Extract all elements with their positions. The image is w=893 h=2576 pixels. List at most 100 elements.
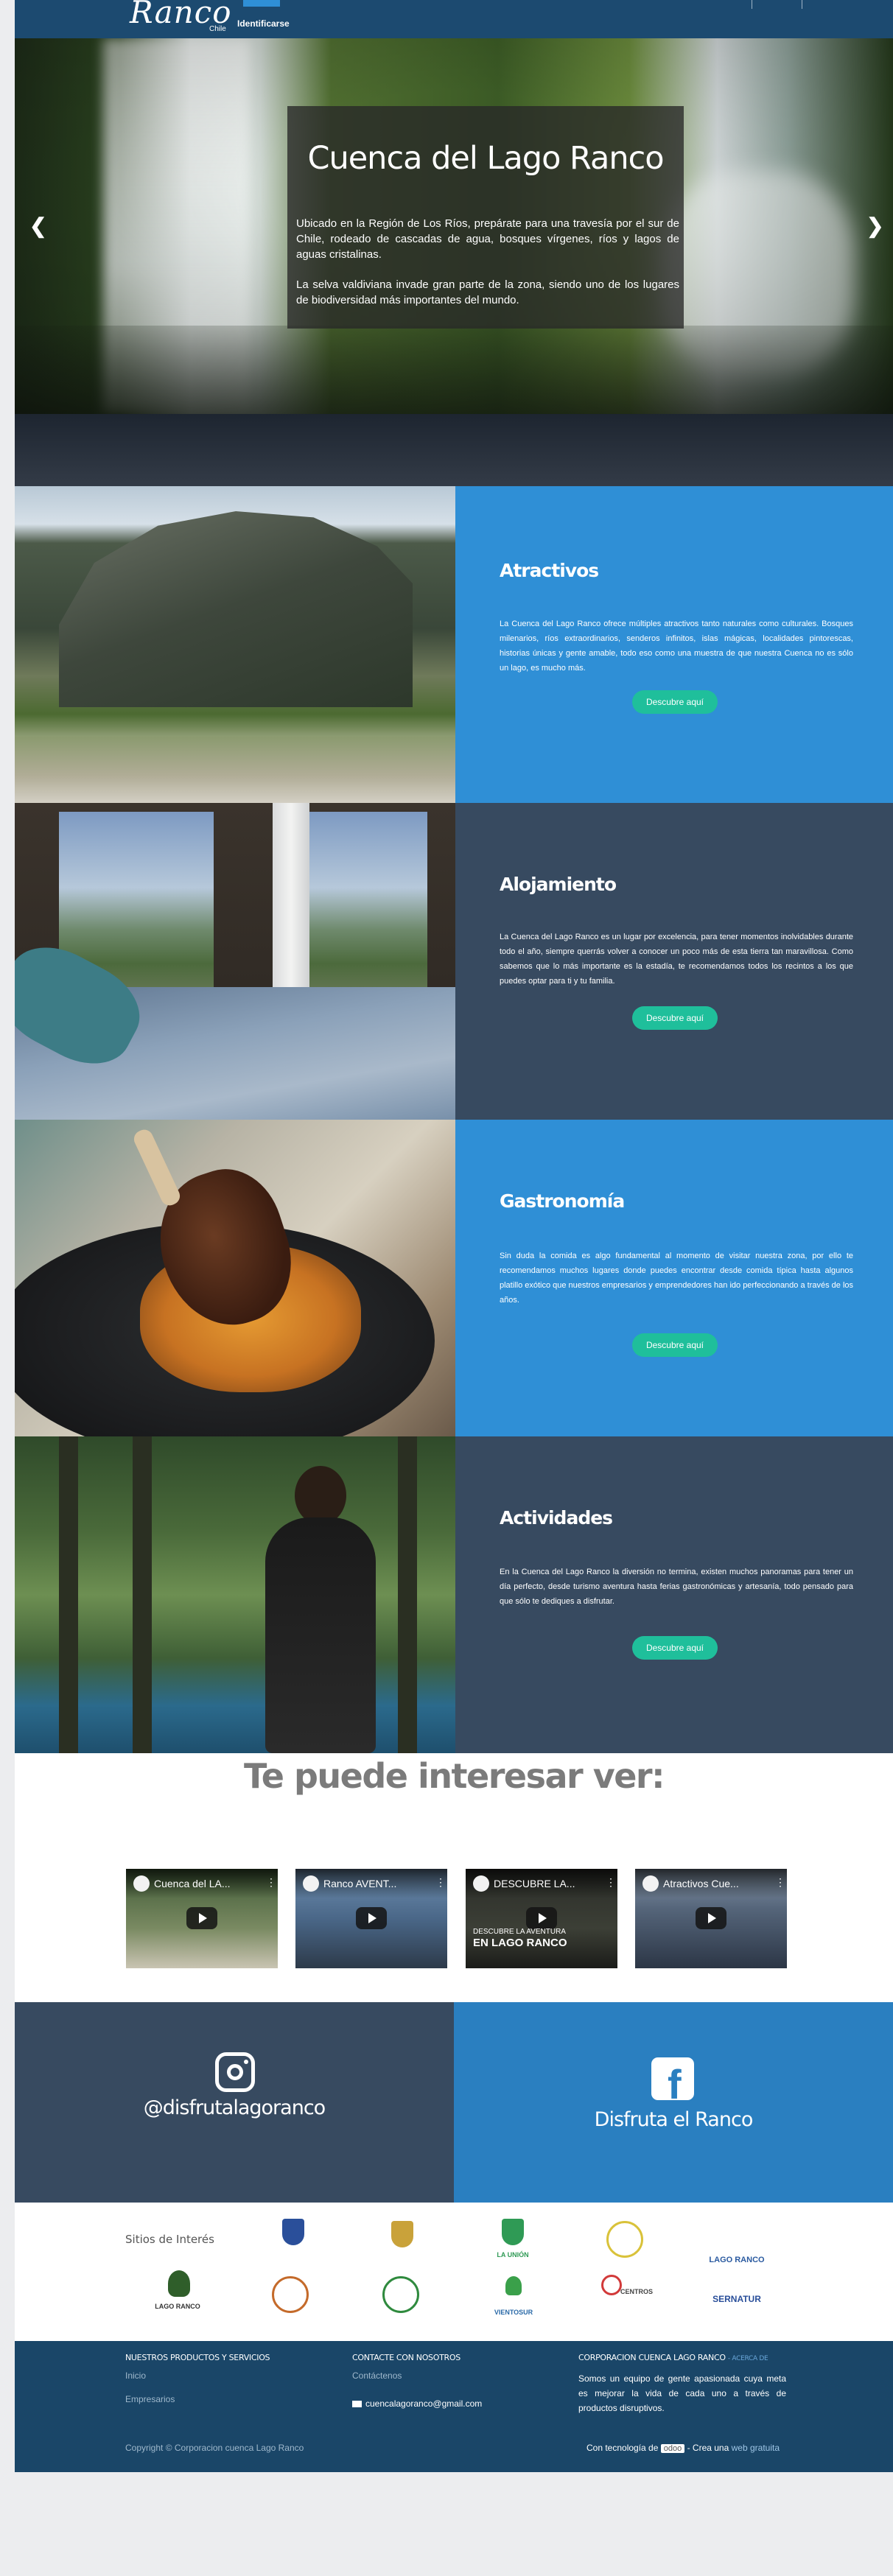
partner-logo[interactable]: CENTROS [601,2275,653,2314]
feature-alojamiento: Alojamiento La Cuenca del Lago Ranco es … [15,803,893,1120]
shield-icon [282,2219,304,2245]
hero-paragraph: Ubicado en la Región de Los Ríos, prepár… [296,217,679,261]
feature-title: Gastronomía [500,1190,625,1212]
feature-description: La Cuenca del Lago Ranco ofrece múltiple… [500,620,853,673]
partner-logo[interactable]: LA UNIÓN [491,2219,535,2259]
feature-image [15,803,455,1120]
partner-logo-text: LAGO RANCO [155,2303,200,2310]
hero-caption-box: Cuenca del Lago Ranco Ubicado en la Regi… [287,106,684,329]
feature-atractivos: Atractivos La Cuenca del Lago Ranco ofre… [15,486,893,803]
partner-logo[interactable] [603,2221,647,2261]
bone-art [130,1126,183,1209]
facebook-block[interactable]: f Disfruta el Ranco [454,2002,893,2203]
footer-link-contact[interactable]: Contáctenos [352,2370,402,2381]
more-options-icon[interactable]: ⋮ [435,1876,446,1889]
site-logo[interactable]: Ranco Chile [130,0,231,37]
partner-logo-text: LAGO RANCO [709,2256,765,2264]
partner-logo[interactable] [271,2219,315,2259]
facebook-icon: f [651,2057,694,2100]
tree-art [59,1436,78,1753]
channel-avatar [642,1875,659,1892]
mountain-art [59,511,413,707]
feature-panel: Gastronomía Sin duda la comida es algo f… [455,1120,893,1436]
carousel-prev-icon[interactable]: ❮ [29,214,46,238]
more-options-icon[interactable]: ⋮ [266,1876,276,1889]
feature-panel: Alojamiento La Cuenca del Lago Ranco es … [455,803,893,1120]
feature-gastronomia: Gastronomía Sin duda la comida es algo f… [15,1120,893,1436]
top-navbar: Ranco Chile Identificarse [15,0,893,38]
feature-title: Alojamiento [500,874,617,895]
person-art [265,1517,376,1753]
video-title: Cuenca del LA... [154,1878,231,1889]
partner-logo[interactable]: LAGO RANCO [152,2270,203,2310]
hero-carousel: Cuenca del Lago Ranco Ubicado en la Regi… [15,38,893,414]
video-caption: DESCUBRE LA AVENTURA [473,1928,566,1936]
footer-link-home[interactable]: Inicio [125,2370,146,2381]
feature-description: En la Cuenca del Lago Ranco la diversión… [500,1568,853,1606]
video-caption: EN LAGO RANCO [473,1937,567,1949]
leaf-icon [505,2276,522,2295]
about-link[interactable]: - ACERCA DE [728,2355,768,2362]
video-embed[interactable]: Cuenca del LA... ⋮ [126,1869,278,1968]
shield-icon [391,2221,413,2247]
odoo-logo[interactable]: odoo [660,2444,685,2453]
partner-logo[interactable] [379,2276,423,2316]
partner-logo[interactable] [268,2276,312,2316]
powered-mid: - Crea una [687,2443,729,2453]
window-art [309,812,427,1002]
person-head-art [295,1466,346,1525]
feature-actividades: Actividades En la Cuenca del Lago Ranco … [15,1436,893,1753]
instagram-icon [215,2052,255,2092]
partner-logo-text: LA UNIÓN [497,2251,529,2259]
feature-panel: Actividades En la Cuenca del Lago Ranco … [455,1436,893,1753]
footer-link-business[interactable]: Empresarios [125,2394,175,2404]
footer-email[interactable]: cuencalagoranco@gmail.com [352,2398,482,2409]
play-icon[interactable] [696,1907,726,1929]
channel-avatar [133,1875,150,1892]
partner-logo[interactable]: SERNATUR [709,2276,765,2316]
video-embed[interactable]: DESCUBRE LA... ⋮ DESCUBRE LA AVENTURA EN… [466,1869,617,1968]
video-title: Atractivos Cue... [663,1878,739,1889]
shield-icon [502,2219,524,2245]
partner-logo-text: CENTROS [620,2288,653,2295]
footer-heading: CORPORACION CUENCA LAGO RANCO - ACERCA D… [578,2353,768,2362]
feature-description: Sin duda la comida es algo fundamental a… [500,1252,854,1305]
discover-button[interactable]: Descubre aquí [632,1333,718,1357]
video-embed[interactable]: Atractivos Cue... ⋮ [635,1869,787,1968]
feature-panel: Atractivos La Cuenca del Lago Ranco ofre… [455,486,893,803]
partner-logo[interactable]: LAGO RANCO [707,2225,766,2264]
tree-art [133,1436,152,1753]
video-embed[interactable]: Ranco AVENT... ⋮ [295,1869,447,1968]
partner-logo-text: VIENTOSUR [494,2309,533,2316]
feature-description: La Cuenca del Lago Ranco es un lugar por… [500,933,853,986]
tree-art [398,1436,417,1753]
footer-about: Somos un equipo de gente apasionada cuya… [578,2373,786,2413]
discover-button[interactable]: Descubre aquí [632,1636,718,1660]
partner-logo[interactable]: VIENTOSUR [489,2276,538,2316]
tree-icon [168,2270,190,2297]
free-website-link[interactable]: web gratuita [732,2443,780,2453]
logo-subtext: Chile [209,25,226,33]
more-options-icon[interactable]: ⋮ [606,1876,616,1889]
partner-logo[interactable] [380,2221,424,2261]
play-icon[interactable] [526,1907,557,1929]
login-link[interactable]: Identificarse [237,0,290,38]
more-options-icon[interactable]: ⋮ [775,1876,785,1889]
footer-heading-text: CORPORACION CUENCA LAGO RANCO [578,2353,726,2362]
play-icon[interactable] [186,1907,217,1929]
partner-logo-text: SERNATUR [712,2294,761,2304]
emblem-icon [606,2221,643,2258]
discover-button[interactable]: Descubre aquí [632,690,718,714]
instagram-handle[interactable]: @disfrutalagoranco [15,2096,454,2119]
carousel-next-icon[interactable]: ❯ [866,214,883,238]
instagram-block[interactable]: @disfrutalagoranco [15,2002,454,2203]
envelope-icon [352,2401,362,2407]
facebook-page-name[interactable]: Disfruta el Ranco [454,2108,893,2131]
discover-button[interactable]: Descubre aquí [632,1006,718,1030]
email-text: cuencalagoranco@gmail.com [365,2398,483,2409]
emblem-icon [382,2276,419,2313]
play-icon[interactable] [356,1907,387,1929]
lake-art [15,737,455,803]
login-label: Identificarse [237,18,290,29]
feature-image [15,1436,455,1753]
